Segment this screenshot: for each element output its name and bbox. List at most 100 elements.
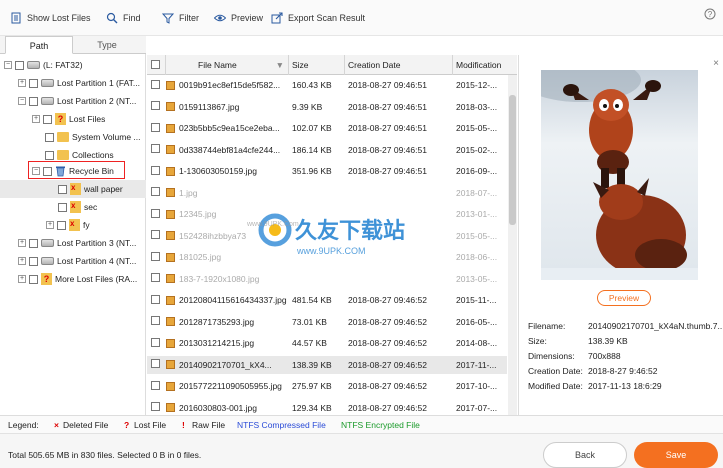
column-header-creation-date[interactable]: Creation Date <box>345 55 453 75</box>
row-checkbox[interactable] <box>151 294 160 304</box>
file-name: 023b5bb5c9ea15ce2eba... <box>179 123 280 133</box>
row-checkbox[interactable] <box>151 402 160 411</box>
file-creation-date: 2018-08-27 09:46:51 <box>348 166 427 176</box>
tree-item-lost-partition-2[interactable]: − Lost Partition 2 (NT... <box>0 92 146 110</box>
collapse-toggle[interactable]: − <box>4 61 12 69</box>
file-size: 102.07 KB <box>292 123 332 133</box>
image-file-icon <box>166 188 175 197</box>
row-checkbox[interactable] <box>151 251 160 261</box>
row-checkbox[interactable] <box>151 316 160 325</box>
table-row[interactable]: 2015772211090505955.jpg 275.97 KB 2018-08-… <box>147 377 507 395</box>
column-header-label: File Name <box>198 59 237 70</box>
filter-button[interactable]: Filter <box>162 10 199 26</box>
tree-item-system-volume[interactable]: System Volume ... <box>0 128 146 146</box>
table-row[interactable]: 152428ihzbbya73 2015-05-... <box>147 227 507 245</box>
status-text: Total 505.65 MB in 830 files. Selected 0… <box>8 450 202 460</box>
tree-checkbox[interactable] <box>43 114 52 124</box>
table-row[interactable]: 2016030803-001.jpg 129.34 KB 2018-08-27 09… <box>147 399 507 416</box>
back-button[interactable]: Back <box>543 442 627 468</box>
tree-item-lost-partition-4[interactable]: + Lost Partition 4 (NT... <box>0 252 146 270</box>
recycle-bin-highlight <box>28 161 125 179</box>
preview-button[interactable]: Preview <box>597 290 651 306</box>
info-dimensions: Dimensions: 700x888 <box>528 351 723 364</box>
tree-checkbox[interactable] <box>29 96 38 106</box>
tree-checkbox[interactable] <box>29 238 38 248</box>
file-modification: 2015-05-... <box>456 230 498 241</box>
row-checkbox[interactable] <box>151 144 160 153</box>
table-row[interactable]: 0159113867.jpg 9.39 KB 2018-08-27 09:46:51… <box>147 98 507 116</box>
show-lost-files-button[interactable]: Show Lost Files <box>10 10 91 26</box>
table-row[interactable]: 183-7-1920x1080.jpg 2013-05-... <box>147 270 507 288</box>
tree-checkbox[interactable] <box>45 150 54 160</box>
row-checkbox[interactable] <box>151 122 160 132</box>
row-checkbox[interactable] <box>151 79 160 89</box>
save-button[interactable]: Save <box>634 442 718 468</box>
file-list-panel: File Name ▼ Size Creation Date Modificati… <box>147 55 517 415</box>
export-scan-result-button[interactable]: Export Scan Result <box>271 10 365 26</box>
expand-toggle[interactable]: + <box>18 275 26 283</box>
row-checkbox[interactable] <box>151 165 160 175</box>
tree-checkbox[interactable] <box>29 256 38 266</box>
expand-toggle[interactable]: + <box>18 257 26 265</box>
row-checkbox[interactable] <box>151 187 160 196</box>
tree-item-root[interactable]: − (L: FAT32) <box>0 56 146 74</box>
scrollbar-thumb[interactable] <box>509 95 516 225</box>
preview-toolbar-button[interactable]: Preview <box>214 10 263 26</box>
tree-item-lost-partition-1[interactable]: + Lost Partition 1 (FAT... <box>0 74 146 92</box>
row-checkbox[interactable] <box>151 337 160 347</box>
file-creation-date: 2018-08-27 09:46:51 <box>348 80 427 90</box>
column-header-modification[interactable]: Modification <box>453 55 517 75</box>
tree-checkbox[interactable] <box>45 132 54 142</box>
row-checkbox[interactable] <box>151 359 160 368</box>
table-row[interactable]: 2012871735293.jpg 73.01 KB 2018-08-27 09:4… <box>147 313 507 331</box>
tree-checkbox[interactable] <box>57 220 66 230</box>
expand-toggle[interactable]: + <box>18 239 26 247</box>
expand-toggle[interactable]: + <box>32 115 40 123</box>
row-checkbox[interactable] <box>151 101 160 110</box>
expand-toggle[interactable]: + <box>18 79 26 87</box>
info-key: Creation Date: <box>528 366 583 376</box>
table-row[interactable]: 1.jpg 2018-07-... <box>147 184 507 202</box>
tree-item-wall-paper[interactable]: wall paper <box>0 180 146 198</box>
find-button[interactable]: Find <box>106 10 141 26</box>
row-checkbox[interactable] <box>151 208 160 218</box>
tree-item-lost-partition-3[interactable]: + Lost Partition 3 (NT... <box>0 234 146 252</box>
tree-checkbox[interactable] <box>29 78 38 88</box>
column-header-size[interactable]: Size <box>289 55 345 75</box>
column-header-file-name[interactable]: File Name ▼ <box>166 55 289 75</box>
tree-checkbox[interactable] <box>15 60 24 70</box>
tree-checkbox[interactable] <box>58 184 67 194</box>
table-row[interactable]: 12345.jpg 2013-01-... <box>147 205 507 223</box>
tree-item-more-lost-files[interactable]: + ? More Lost Files (RA... <box>0 270 146 288</box>
tab-path[interactable]: Path <box>5 36 73 54</box>
image-file-icon <box>166 317 175 326</box>
tree-checkbox[interactable] <box>29 274 38 284</box>
table-row[interactable]: 20140902170701_kX4... 138.39 KB 2018-08-27… <box>147 355 507 374</box>
row-checkbox[interactable] <box>151 380 160 390</box>
file-name-cell: 2016030803-001.jpg <box>166 403 289 413</box>
table-row[interactable]: 2013031214215.jpg 44.57 KB 2018-08-27 09:4… <box>147 334 507 352</box>
legend-raw: Raw File <box>192 420 226 430</box>
help-button[interactable]: ? <box>704 6 716 22</box>
table-row[interactable]: 181025.jpg 2018-06-... <box>147 248 507 266</box>
tree-item-sec[interactable]: sec <box>0 198 146 216</box>
vertical-scrollbar[interactable] <box>508 75 517 415</box>
file-creation-date: 2018-08-27 09:46:52 <box>348 359 427 370</box>
table-row[interactable]: 023b5bb5c9ea15ce2eba... 102.07 KB 2018-08-… <box>147 119 507 137</box>
tree-item-lost-files[interactable]: + ? Lost Files <box>0 110 146 128</box>
table-row[interactable]: 20120804115616434337.jpg 481.54 KB 2018-08… <box>147 291 507 309</box>
row-checkbox[interactable] <box>151 273 160 282</box>
row-checkbox[interactable] <box>151 230 160 239</box>
tree-checkbox[interactable] <box>58 202 67 212</box>
tab-type[interactable]: Type <box>73 36 141 54</box>
close-preview-button[interactable]: × <box>713 58 719 69</box>
tree-item-fy[interactable]: + fy <box>0 216 146 234</box>
deleted-mark-icon: × <box>54 420 59 430</box>
expand-toggle[interactable]: + <box>46 221 54 229</box>
toolbar: Show Lost Files Find Filter Preview Expo… <box>0 0 723 36</box>
table-row[interactable]: 1-130603050159.jpg 351.96 KB 2018-08-27 09… <box>147 162 507 180</box>
table-row[interactable]: 0019b91ec8ef15de5f582... 160.43 KB 2018-08… <box>147 76 507 94</box>
table-row[interactable]: 0d338744ebf81a4cfe244... 186.14 KB 2018-08… <box>147 141 507 159</box>
collapse-toggle[interactable]: − <box>18 97 26 105</box>
select-all-checkbox[interactable] <box>151 59 160 69</box>
